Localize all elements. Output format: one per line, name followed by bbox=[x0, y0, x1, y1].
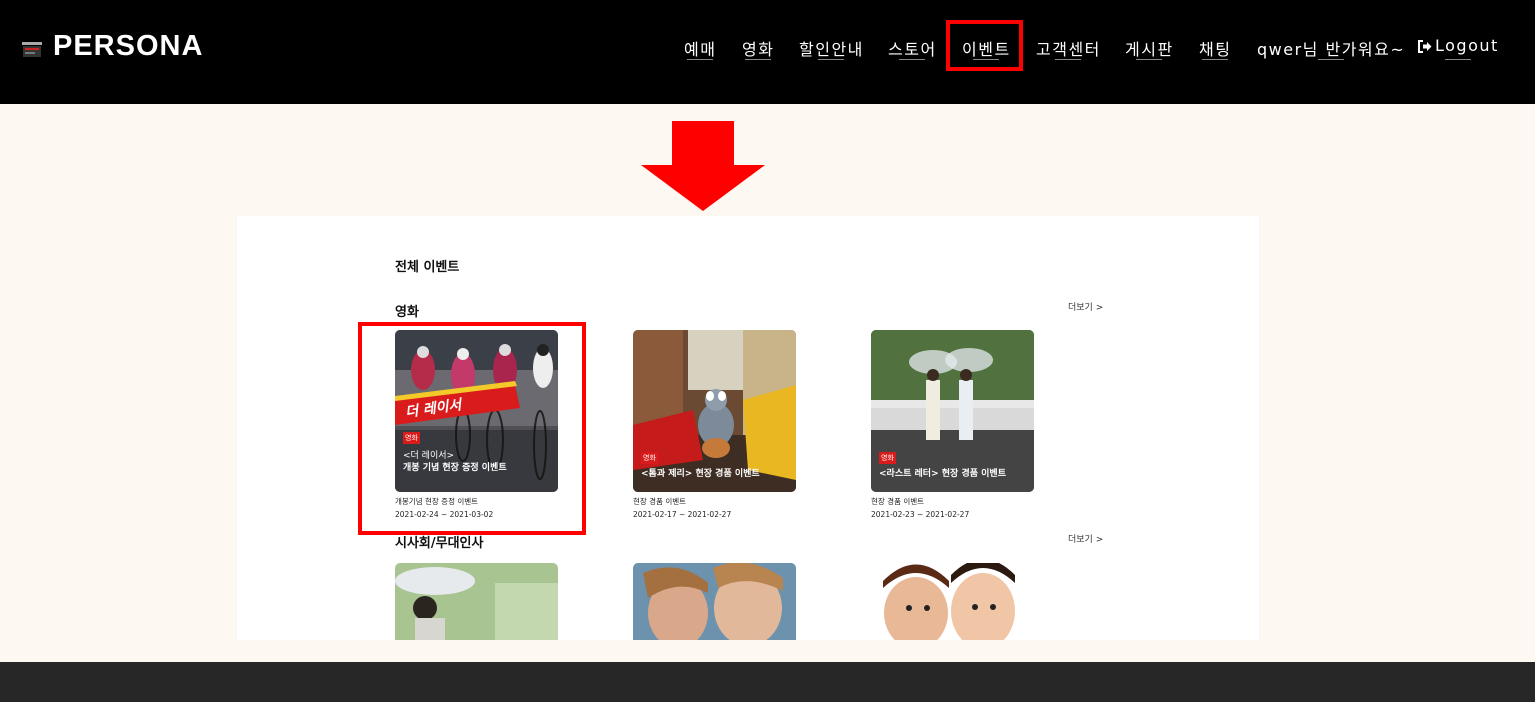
poster-tag: 영화 bbox=[641, 452, 658, 464]
nav-events-highlight-box bbox=[946, 20, 1023, 71]
event-card[interactable]: 영화 <라스트 레터> 현장 경품 이벤트 현장 경품 이벤트 2021-02-… bbox=[871, 330, 1035, 519]
site-logo[interactable]: PERSONA bbox=[53, 30, 203, 63]
nav-discounts[interactable]: 할인안내 bbox=[799, 36, 864, 60]
event-poster: 영화 <톰과 제리> 현장 경품 이벤트 bbox=[633, 330, 796, 492]
event-poster: 영화 <라스트 레터> 현장 경품 이벤트 bbox=[871, 330, 1034, 492]
nav-movies-label: 영화 bbox=[742, 40, 775, 59]
nav-chat-label: 채팅 bbox=[1199, 40, 1232, 59]
top-navigation-bar: PERSONA 예매 영화 할인안내 스토어 이벤트 고객센터 게시판 채팅 q… bbox=[0, 0, 1535, 104]
event-card-highlight-box bbox=[358, 322, 586, 535]
events-panel: 전체 이벤트 영화 더보기 > 더 레이서 영화 <더 레이서> 개봉 기념 현… bbox=[237, 216, 1259, 640]
event-card-title: 현장 경품 이벤트 bbox=[871, 497, 925, 506]
page-footer bbox=[0, 662, 1535, 702]
down-arrow-icon bbox=[641, 121, 765, 211]
category-title-movies: 영화 bbox=[395, 305, 419, 320]
nav-board-label: 게시판 bbox=[1125, 40, 1174, 59]
nav-logout[interactable]: Logout bbox=[1418, 36, 1499, 60]
nav-ticketing-label: 예매 bbox=[684, 40, 717, 59]
event-card[interactable]: 영화 <톰과 제리> 현장 경품 이벤트 현장 경품 이벤트 2021-02-1… bbox=[633, 330, 797, 519]
category-title-premieres: 시사회/무대인사 bbox=[395, 536, 484, 551]
nav-store[interactable]: 스토어 bbox=[888, 36, 937, 60]
event-poster[interactable] bbox=[395, 563, 558, 640]
event-poster[interactable] bbox=[633, 563, 796, 640]
page-title: 전체 이벤트 bbox=[395, 260, 460, 275]
poster-line1: <톰과 제리> 현장 경품 이벤트 bbox=[641, 469, 760, 479]
nav-chat[interactable]: 채팅 bbox=[1199, 36, 1231, 60]
nav-movies[interactable]: 영화 bbox=[742, 36, 774, 60]
event-card-date: 2021-02-23 ~ 2021-02-27 bbox=[871, 510, 970, 519]
poster-tag: 영화 bbox=[879, 452, 896, 464]
nav-customer-center[interactable]: 고객센터 bbox=[1036, 36, 1101, 60]
logout-icon bbox=[1418, 40, 1432, 53]
logout-label: Logout bbox=[1435, 36, 1499, 55]
user-greeting-label: qwer님 반가워요~ bbox=[1257, 40, 1406, 59]
more-link-premieres[interactable]: 더보기 > bbox=[1068, 532, 1103, 545]
event-card-title: 현장 경품 이벤트 bbox=[633, 497, 687, 506]
event-poster[interactable] bbox=[871, 563, 1034, 640]
nav-ticketing[interactable]: 예매 bbox=[684, 36, 716, 60]
more-link-movies[interactable]: 더보기 > bbox=[1068, 300, 1103, 313]
nav-user-greeting[interactable]: qwer님 반가워요~ bbox=[1257, 36, 1405, 60]
event-card-date: 2021-02-17 ~ 2021-02-27 bbox=[633, 510, 732, 519]
film-clapper-icon bbox=[22, 42, 42, 57]
nav-customer-center-label: 고객센터 bbox=[1036, 40, 1101, 59]
nav-store-label: 스토어 bbox=[888, 40, 937, 59]
poster-line1: <라스트 레터> 현장 경품 이벤트 bbox=[879, 469, 1006, 479]
nav-board[interactable]: 게시판 bbox=[1125, 36, 1174, 60]
nav-discounts-label: 할인안내 bbox=[799, 40, 864, 59]
